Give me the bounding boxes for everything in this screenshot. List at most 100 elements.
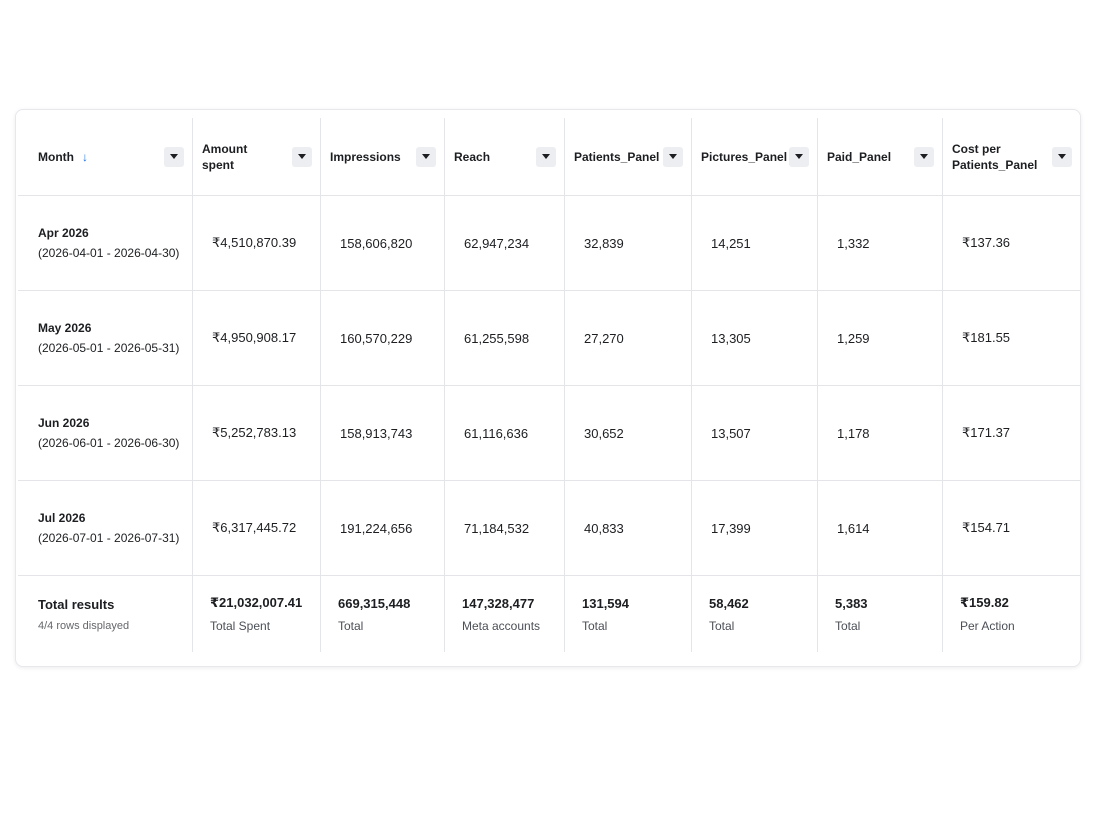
total-cell-pictures: 58,462 Total xyxy=(692,576,818,652)
column-menu-button[interactable] xyxy=(164,146,184,167)
column-header-label: Cost per Patients_Panel xyxy=(952,141,1042,173)
table-cell-reach: 71,184,532 xyxy=(445,481,565,576)
total-results-label-cell: Total results 4/4 rows displayed xyxy=(18,576,193,652)
total-cell-paid: 5,383 Total xyxy=(818,576,943,652)
column-menu-button[interactable] xyxy=(416,146,436,167)
caret-down-icon xyxy=(542,154,550,159)
table-cell-reach: 61,255,598 xyxy=(445,291,565,386)
column-header[interactable]: Amount spent xyxy=(193,118,321,196)
total-value: 147,328,477 xyxy=(462,595,535,611)
caret-down-icon xyxy=(795,154,803,159)
total-value: 669,315,448 xyxy=(338,595,411,611)
rows-displayed-count: 4/4 rows displayed xyxy=(38,619,130,632)
column-header-text: Reach xyxy=(454,149,491,164)
table-cell-pictures: 17,399 xyxy=(692,481,818,576)
total-cell-patients: 131,594 Total xyxy=(565,576,692,652)
table-cell-cost: ₹181.55 xyxy=(943,291,1080,386)
column-header[interactable]: Pictures_Panel xyxy=(692,118,818,196)
total-caption: Total xyxy=(582,618,608,633)
column-header[interactable]: Reach xyxy=(445,118,565,196)
column-header[interactable]: Patients_Panel xyxy=(565,118,692,196)
column-header-label: Month ↓ xyxy=(38,149,88,165)
month-date-range: (2026-04-01 - 2026-04-30) xyxy=(38,246,180,260)
total-caption: Total Spent xyxy=(210,619,271,633)
month-date-range: (2026-07-01 - 2026-07-31) xyxy=(38,531,180,545)
column-menu-button[interactable] xyxy=(292,146,312,167)
total-caption: Total xyxy=(338,618,364,633)
table-cell-cost: ₹137.36 xyxy=(943,196,1080,291)
column-header-label: Pictures_Panel xyxy=(701,149,787,165)
column-header[interactable]: Impressions xyxy=(321,118,445,196)
total-cell-cost: ₹159.82 Per Action xyxy=(943,576,1080,652)
table-row-month: Jul 2026 (2026-07-01 - 2026-07-31) xyxy=(18,481,193,576)
report-table: Month ↓ Amount spent Impressions Reach Patien… xyxy=(18,118,1080,652)
table-cell-amount: ₹6,317,445.72 xyxy=(193,481,321,576)
month-label: May 2026 xyxy=(38,321,92,335)
column-menu-button[interactable] xyxy=(789,146,809,167)
table-cell-amount: ₹4,510,870.39 xyxy=(193,196,321,291)
column-header-label: Impressions xyxy=(330,149,401,165)
table-cell-amount: ₹5,252,783.13 xyxy=(193,386,321,481)
column-header-text: Pictures_Panel xyxy=(701,149,788,164)
total-cell-reach: 147,328,477 Meta accounts xyxy=(445,576,565,652)
total-caption: Total xyxy=(835,618,861,633)
table-row-month: May 2026 (2026-05-01 - 2026-05-31) xyxy=(18,291,193,386)
column-header-text: Month xyxy=(38,149,74,164)
table-row-month: Jun 2026 (2026-06-01 - 2026-06-30) xyxy=(18,386,193,481)
total-value: ₹159.82 xyxy=(960,595,1009,610)
total-value: 58,462 xyxy=(709,595,749,611)
column-header[interactable]: Paid_Panel xyxy=(818,118,943,196)
caret-down-icon xyxy=(669,154,677,159)
report-table-card: Month ↓ Amount spent Impressions Reach Patien… xyxy=(15,109,1081,667)
arrow-down-icon[interactable]: ↓ xyxy=(82,149,88,165)
column-header-text: Cost per Patients_Panel xyxy=(952,141,1038,172)
column-header-label: Reach xyxy=(454,149,490,165)
total-value: 131,594 xyxy=(582,595,629,611)
total-caption: Total xyxy=(709,618,735,633)
column-header[interactable]: Cost per Patients_Panel xyxy=(943,118,1080,196)
column-header-text: Impressions xyxy=(330,149,401,164)
table-cell-patients: 40,833 xyxy=(565,481,692,576)
column-header[interactable]: Month ↓ xyxy=(18,118,193,196)
column-header-label: Paid_Panel xyxy=(827,149,891,165)
month-label: Jul 2026 xyxy=(38,511,86,525)
table-cell-paid: 1,614 xyxy=(818,481,943,576)
column-header-text: Amount spent xyxy=(202,141,248,172)
table-row-month: Apr 2026 (2026-04-01 - 2026-04-30) xyxy=(18,196,193,291)
total-results-label: Total results xyxy=(38,596,115,612)
column-header-label: Patients_Panel xyxy=(574,149,659,165)
month-date-range: (2026-06-01 - 2026-06-30) xyxy=(38,436,180,450)
column-menu-button[interactable] xyxy=(663,146,683,167)
column-menu-button[interactable] xyxy=(1052,146,1072,167)
total-cell-amount: ₹21,032,007.41 Total Spent xyxy=(193,576,321,652)
table-cell-patients: 27,270 xyxy=(565,291,692,386)
column-menu-button[interactable] xyxy=(536,146,556,167)
table-cell-reach: 62,947,234 xyxy=(445,196,565,291)
month-label: Jun 2026 xyxy=(38,416,90,430)
table-cell-impressions: 158,606,820 xyxy=(321,196,445,291)
table-cell-paid: 1,259 xyxy=(818,291,943,386)
caret-down-icon xyxy=(422,154,430,159)
column-menu-button[interactable] xyxy=(914,146,934,167)
table-cell-patients: 30,652 xyxy=(565,386,692,481)
caret-down-icon xyxy=(298,154,306,159)
caret-down-icon xyxy=(170,154,178,159)
table-cell-amount: ₹4,950,908.17 xyxy=(193,291,321,386)
month-date-range: (2026-05-01 - 2026-05-31) xyxy=(38,341,180,355)
table-cell-cost: ₹171.37 xyxy=(943,386,1080,481)
total-caption: Meta accounts xyxy=(462,618,541,633)
total-value: ₹21,032,007.41 xyxy=(210,595,303,610)
column-header-label: Amount spent xyxy=(202,141,262,173)
table-cell-patients: 32,839 xyxy=(565,196,692,291)
column-header-text: Paid_Panel xyxy=(827,149,892,164)
column-header-text: Patients_Panel xyxy=(574,149,660,164)
total-caption: Per Action xyxy=(960,619,1015,633)
caret-down-icon xyxy=(1058,154,1066,159)
table-cell-impressions: 160,570,229 xyxy=(321,291,445,386)
table-cell-impressions: 158,913,743 xyxy=(321,386,445,481)
table-cell-pictures: 13,507 xyxy=(692,386,818,481)
table-cell-impressions: 191,224,656 xyxy=(321,481,445,576)
total-value: 5,383 xyxy=(835,595,868,611)
table-cell-paid: 1,178 xyxy=(818,386,943,481)
caret-down-icon xyxy=(920,154,928,159)
